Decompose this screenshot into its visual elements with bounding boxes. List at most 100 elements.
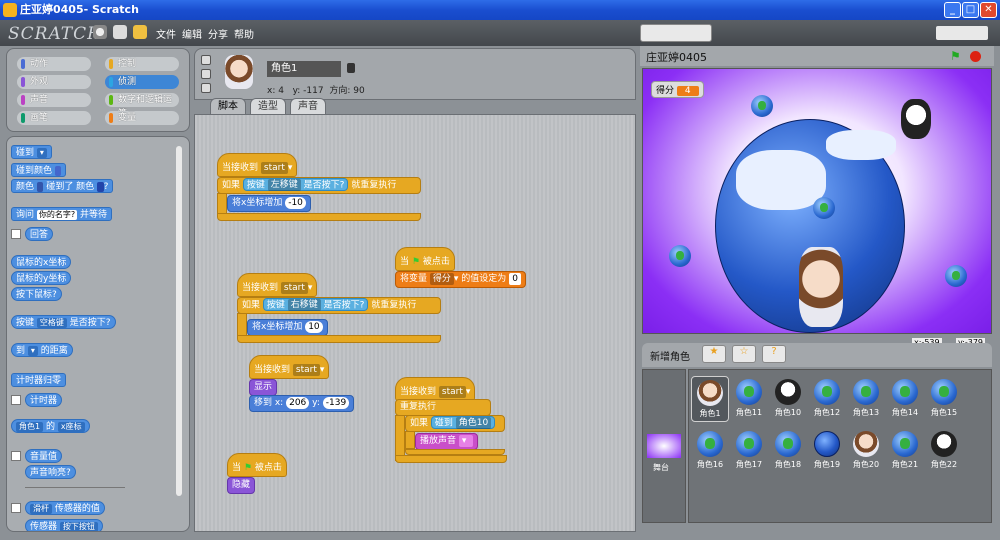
touching-condition[interactable]: 碰到 角色10 <box>430 416 496 429</box>
loudness-checkbox[interactable] <box>11 451 21 461</box>
sprite-thumb[interactable]: 角色20 <box>847 428 885 474</box>
category-control[interactable]: 控制 <box>105 57 179 71</box>
change-x-input[interactable]: 10 <box>305 320 323 333</box>
tab-scripts[interactable]: 脚本 <box>210 98 246 114</box>
category-variables[interactable]: 变量 <box>105 111 179 125</box>
attr-dropdown[interactable]: x座标 <box>57 421 85 432</box>
button-dropdown[interactable]: 按下按钮 <box>59 521 98 531</box>
color-swatch[interactable] <box>54 165 62 176</box>
key-dropdown[interactable]: 空格键 <box>36 317 67 328</box>
key-pressed-block[interactable]: 按键 空格键 是否按下? <box>11 315 116 329</box>
scripts-area[interactable]: 当接收到 start ▾ 如果 按键 左移键 是否按下? 就重复执行 将x坐标增加… <box>194 114 636 532</box>
distance-dropdown[interactable]: ▾ <box>27 345 38 356</box>
sensor-dropdown[interactable]: 滑杆 <box>30 503 52 514</box>
key-dropdown[interactable]: 左移键 <box>267 179 301 191</box>
message-dropdown[interactable]: start <box>438 385 466 398</box>
globe-icon[interactable] <box>93 25 107 39</box>
mouse-x-block[interactable]: 鼠标的x坐标 <box>11 255 72 269</box>
ask-input[interactable]: 你的名字? <box>36 209 78 220</box>
when-receive-hat-3[interactable]: 当接收到 start ▾ <box>249 355 330 379</box>
hide-block[interactable]: 隐藏 <box>227 477 256 494</box>
sprite-thumb[interactable]: 角色16 <box>691 428 729 474</box>
touching-block[interactable]: 碰到 ▾ <box>11 145 52 159</box>
when-receive-hat-2[interactable]: 当接收到 start ▾ <box>237 273 318 297</box>
color-touch-block[interactable]: 颜色 碰到了 颜色 ? <box>11 179 114 193</box>
sensor-value-block[interactable]: 滑杆 传感器的值 <box>25 501 105 515</box>
sprite-thumb[interactable]: 角色22 <box>925 428 963 474</box>
category-sound[interactable]: 声音 <box>17 93 91 107</box>
goto-block[interactable]: 移到 x: 206 y: -139 <box>249 395 355 412</box>
show-block[interactable]: 显示 <box>249 379 278 396</box>
mouse-down-block[interactable]: 按下鼠标? <box>11 287 62 301</box>
menu-file[interactable]: 文件 <box>156 26 176 41</box>
sprite-thumb[interactable]: 角色12 <box>808 376 846 422</box>
category-looks[interactable]: 外观 <box>17 75 91 89</box>
sprite-thumb[interactable]: 角色10 <box>769 376 807 422</box>
ask-block[interactable]: 询问 你的名字? 并等待 <box>11 207 113 221</box>
sensor-button-block[interactable]: 传感器 按下按钮 <box>25 519 103 531</box>
category-sensing[interactable]: 侦测 <box>105 75 179 89</box>
sprite-thumb[interactable]: 角色13 <box>847 376 885 422</box>
sprite-thumb[interactable]: 角色1 <box>691 376 729 422</box>
sprite-name-field[interactable]: 角色1 <box>267 61 341 77</box>
menu-share[interactable]: 分享 <box>208 26 228 41</box>
play-sound-block[interactable]: 播放声音 ▾ <box>415 433 478 450</box>
stage-size-icon[interactable] <box>936 26 988 40</box>
change-x-block[interactable]: 将x坐标增加 -10 <box>227 195 311 212</box>
when-flag-hat[interactable]: 当 ⚑ 被点击 <box>395 247 455 271</box>
color-swatch-b[interactable] <box>97 181 104 192</box>
timer-reset-block[interactable]: 计时器归零 <box>11 373 67 387</box>
sprite-thumb[interactable]: 角色21 <box>886 428 924 474</box>
key-pressed-condition[interactable]: 按键 右移键 是否按下? <box>262 298 369 311</box>
message-dropdown[interactable]: start <box>280 281 308 294</box>
palette-scrollbar[interactable] <box>176 146 182 496</box>
sensor-checkbox[interactable] <box>11 503 21 513</box>
minimize-button[interactable]: _ <box>944 2 961 18</box>
menu-help[interactable]: 帮助 <box>234 26 254 41</box>
stage-tool-buttons[interactable] <box>640 24 712 42</box>
touching-dropdown[interactable]: ▾ <box>36 147 47 158</box>
timer-block[interactable]: 计时器 <box>25 393 63 407</box>
share-icon[interactable] <box>133 25 147 39</box>
answer-block[interactable]: 回答 <box>25 227 54 241</box>
loudness-block[interactable]: 音量值 <box>25 449 63 463</box>
goto-y-input[interactable]: -139 <box>322 396 350 409</box>
key-pressed-condition[interactable]: 按键 左移键 是否按下? <box>242 178 349 191</box>
sprite-thumb[interactable]: 角色15 <box>925 376 963 422</box>
attr-sprite-dropdown[interactable]: 角色1 <box>16 421 44 432</box>
set-value-input[interactable]: 0 <box>509 272 521 285</box>
answer-checkbox[interactable] <box>11 229 21 239</box>
tab-sounds[interactable]: 声音 <box>290 98 326 114</box>
tab-costumes[interactable]: 造型 <box>250 98 286 114</box>
sprite-thumb[interactable]: 角色17 <box>730 428 768 474</box>
category-pen[interactable]: 画笔 <box>17 111 91 125</box>
when-receive-hat[interactable]: 当接收到 start ▾ <box>217 153 298 177</box>
timer-checkbox[interactable] <box>11 395 21 405</box>
random-sprite-button[interactable]: ? <box>762 345 786 363</box>
forever-if-block[interactable]: 如果 按键 左移键 是否按下? 就重复执行 <box>217 177 421 194</box>
change-x-block-2[interactable]: 将x坐标增加 10 <box>247 319 328 336</box>
mouse-y-block[interactable]: 鼠标的y坐标 <box>11 271 72 285</box>
distance-block[interactable]: 到 ▾ 的距离 <box>11 343 73 357</box>
touching-color-block[interactable]: 碰到颜色 <box>11 163 67 177</box>
menu-edit[interactable]: 编辑 <box>182 26 202 41</box>
message-dropdown[interactable]: start <box>260 161 288 174</box>
rotate-style-icon[interactable] <box>201 55 211 65</box>
forever-block[interactable]: 重复执行 <box>395 399 491 416</box>
sprite-attribute-block[interactable]: 角色1 的 x座标 <box>11 419 90 433</box>
if-block[interactable]: 如果 碰到 角色10 <box>405 415 505 432</box>
goto-x-input[interactable]: 206 <box>286 396 310 409</box>
key-dropdown[interactable]: 右移键 <box>287 299 321 311</box>
category-motion[interactable]: 动作 <box>17 57 91 71</box>
close-button[interactable]: ✕ <box>980 2 997 18</box>
lock-icon[interactable] <box>347 63 355 73</box>
sound-dropdown[interactable]: ▾ <box>458 434 473 447</box>
sprite-thumb[interactable]: 角色19 <box>808 428 846 474</box>
message-dropdown[interactable]: start <box>292 363 320 376</box>
green-flag-button[interactable]: ⚑ <box>950 50 961 62</box>
stage[interactable]: 得分 4 <box>642 68 992 334</box>
sprite-thumb[interactable]: 角色11 <box>730 376 768 422</box>
touching-dropdown[interactable]: 角色10 <box>455 417 492 429</box>
when-flag-hat-2[interactable]: 当 ⚑ 被点击 <box>227 453 287 477</box>
category-operators[interactable]: 数字和逻辑运算 <box>105 93 179 119</box>
